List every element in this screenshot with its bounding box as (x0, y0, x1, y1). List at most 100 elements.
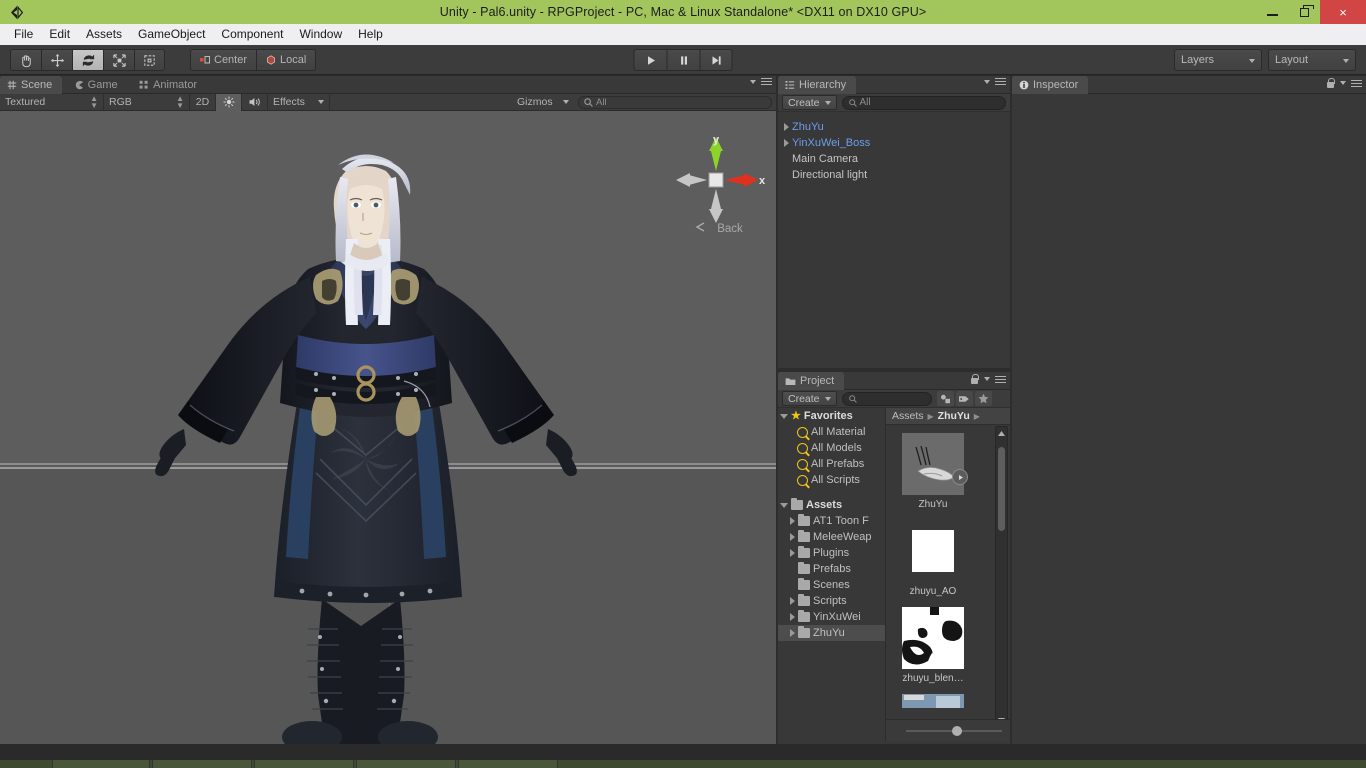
expand-triangle-icon[interactable] (790, 517, 795, 525)
hierarchy-item-zhuyu[interactable]: ZhuYu (778, 119, 1010, 135)
maximize-button[interactable] (1288, 0, 1320, 24)
taskbar-item[interactable] (52, 760, 150, 768)
asset-item-partial[interactable] (894, 694, 972, 708)
breadcrumb-assets[interactable]: Assets (892, 410, 924, 422)
menu-help[interactable]: Help (350, 24, 391, 45)
scene-viewport[interactable]: y x Back (0, 111, 776, 762)
layers-dropdown[interactable]: Layers (1174, 49, 1262, 71)
folder-yinxuwei[interactable]: YinXuWei (778, 609, 885, 625)
folder-prefabs[interactable]: Prefabs (778, 561, 885, 577)
scroll-up-arrow-icon[interactable] (996, 427, 1007, 439)
space-mode-button[interactable]: Local (256, 49, 317, 71)
folder-zhuyu[interactable]: ZhuYu (778, 625, 885, 641)
gizmos-dropdown[interactable]: Gizmos (512, 94, 574, 111)
character-model-zhuyu[interactable] (150, 129, 630, 762)
scale-tool-button[interactable] (103, 49, 134, 71)
project-create-button[interactable]: Create (782, 391, 837, 406)
hand-tool-button[interactable] (10, 49, 41, 71)
asset-item-zhuyu[interactable]: ZhuYu (894, 433, 972, 510)
toggle-audio-button[interactable] (242, 93, 268, 111)
toggle-2d-button[interactable]: 2D (190, 93, 216, 111)
hierarchy-panel-menu[interactable] (984, 78, 1006, 85)
minimize-button[interactable] (1256, 0, 1288, 24)
taskbar-item[interactable] (356, 760, 456, 768)
label-filter-icon[interactable] (955, 391, 973, 406)
hierarchy-search-input[interactable]: All (841, 95, 1006, 110)
expand-triangle-icon[interactable] (784, 139, 789, 147)
zoom-slider-track[interactable] (906, 725, 1002, 736)
close-button[interactable]: × (1320, 0, 1366, 24)
hierarchy-item-yinxuwei-boss[interactable]: YinXuWei_Boss (778, 135, 1010, 151)
asset-preview-play-icon[interactable] (952, 469, 968, 485)
type-filter-icon[interactable] (936, 391, 954, 406)
scene-tab-menu[interactable] (750, 78, 772, 85)
folder-scenes[interactable]: Scenes (778, 577, 885, 593)
tab-game[interactable]: Game (67, 76, 128, 94)
panel-menu-icon[interactable] (995, 78, 1006, 85)
folder-at1-toon[interactable]: AT1 Toon F (778, 513, 885, 529)
scene-search-input[interactable]: All (578, 95, 772, 109)
rotate-tool-button[interactable] (72, 49, 103, 71)
collapse-triangle-icon[interactable] (780, 502, 788, 508)
zoom-slider-knob[interactable] (952, 725, 962, 736)
rect-transform-tool-button[interactable] (134, 49, 165, 71)
panel-menu-icon[interactable] (761, 78, 772, 85)
expand-triangle-icon[interactable] (784, 123, 789, 131)
taskbar-item[interactable] (254, 760, 354, 768)
step-button[interactable] (699, 49, 733, 71)
layout-dropdown[interactable]: Layout (1268, 49, 1356, 71)
expand-triangle-icon[interactable] (790, 613, 795, 621)
favorite-all-models[interactable]: All Models (778, 440, 885, 456)
hierarchy-create-button[interactable]: Create (782, 95, 837, 110)
color-mode-dropdown[interactable]: RGB ▲ ▼ (104, 93, 190, 111)
pivot-mode-button[interactable]: Center (190, 49, 257, 71)
favorites-root[interactable]: ★ Favorites (778, 408, 885, 424)
tab-animator[interactable]: Animator (132, 76, 207, 94)
folder-meleeweapon[interactable]: MeleeWeap (778, 529, 885, 545)
hierarchy-item-main-camera[interactable]: Main Camera (778, 151, 1010, 167)
menu-assets[interactable]: Assets (78, 24, 130, 45)
menu-window[interactable]: Window (291, 24, 350, 45)
breadcrumb-zhuyu[interactable]: ZhuYu (938, 410, 970, 422)
folder-plugins[interactable]: Plugins (778, 545, 885, 561)
assets-root[interactable]: Assets (778, 497, 885, 513)
tab-project[interactable]: Project (778, 372, 845, 390)
menu-gameobject[interactable]: GameObject (130, 24, 213, 45)
taskbar-item[interactable] (458, 760, 558, 768)
asset-zoom-slider[interactable] (886, 719, 1010, 741)
asset-item-zhuyu-blend[interactable]: zhuyu_blen… (894, 607, 972, 684)
tab-hierarchy[interactable]: Hierarchy (778, 76, 857, 94)
collapse-triangle-icon[interactable] (780, 413, 788, 419)
favorite-star-icon[interactable] (974, 391, 992, 406)
inspector-panel-menu[interactable] (1326, 78, 1362, 88)
draw-mode-dropdown[interactable]: Textured ▲ ▼ (0, 93, 104, 111)
favorite-all-prefabs[interactable]: All Prefabs (778, 456, 885, 472)
expand-triangle-icon[interactable] (790, 533, 795, 541)
menu-file[interactable]: File (6, 24, 41, 45)
menu-edit[interactable]: Edit (41, 24, 78, 45)
lock-icon[interactable] (970, 374, 979, 384)
tab-scene[interactable]: Scene (0, 76, 63, 94)
asset-item-zhuyu-ao[interactable]: zhuyu_AO (894, 520, 972, 597)
scene-axis-gizmo[interactable]: y x Back (674, 133, 766, 238)
favorite-all-materials[interactable]: All Material (778, 424, 885, 440)
toggle-lighting-button[interactable] (216, 93, 242, 111)
asset-scrollbar[interactable] (995, 426, 1008, 727)
scrollbar-thumb[interactable] (998, 447, 1005, 531)
lock-icon[interactable] (1326, 78, 1335, 88)
effects-dropdown[interactable]: Effects (268, 93, 330, 111)
tab-inspector[interactable]: Inspector (1012, 76, 1089, 94)
expand-triangle-icon[interactable] (790, 629, 795, 637)
project-panel-menu[interactable] (970, 374, 1006, 384)
move-tool-button[interactable] (41, 49, 72, 71)
project-search-input[interactable] (841, 391, 932, 406)
panel-menu-icon[interactable] (1351, 79, 1362, 87)
pause-button[interactable] (666, 49, 700, 71)
expand-triangle-icon[interactable] (790, 597, 795, 605)
hierarchy-item-directional-light[interactable]: Directional light (778, 167, 1010, 183)
taskbar-item[interactable] (152, 760, 252, 768)
expand-triangle-icon[interactable] (790, 549, 795, 557)
favorite-all-scripts[interactable]: All Scripts (778, 472, 885, 488)
folder-scripts[interactable]: Scripts (778, 593, 885, 609)
panel-menu-icon[interactable] (995, 375, 1006, 383)
